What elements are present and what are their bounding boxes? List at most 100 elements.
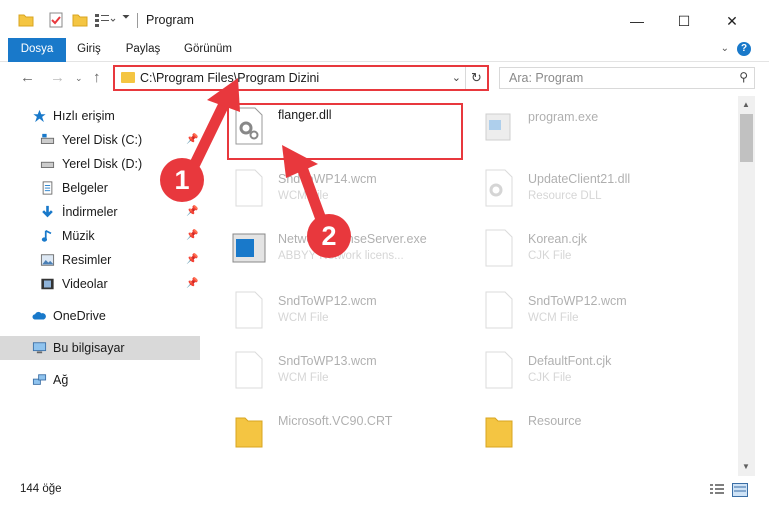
callout-step-2: 2 [307,214,351,258]
file-name: SndToWP14.wcm [278,172,377,186]
scrollbar-thumb[interactable] [740,114,753,162]
file-item-updateclient21-dll[interactable]: UpdateClient21.dll Resource DLL [466,160,706,218]
sidebar-item-downloads[interactable]: İndirmeler 📌 [0,200,200,224]
file-item-sndtowp12-wcm-2[interactable]: SndToWP12.wcm WCM File [466,282,706,340]
file-type: WCM File [278,312,329,324]
search-icon[interactable]: ⚲ [739,70,748,84]
window-title: Program [146,13,194,27]
music-icon [41,229,52,242]
navigation-bar: ← → ⌄ ↑ C:\Program Files\Program Dizini … [0,62,769,94]
tab-view[interactable]: Görünüm [176,38,240,62]
file-item-korean-cjk[interactable]: Korean.cjk CJK File [466,220,706,278]
item-count: 144 öğe [20,483,62,495]
vertical-scrollbar[interactable]: ▲ ▼ [738,96,755,476]
cloud-icon [32,311,46,320]
ribbon-tabs: Dosya Giriş Paylaş Görünüm ⌄ ? [0,38,769,62]
sidebar-item-label: Yerel Disk (C:) [62,133,143,147]
sidebar-item-label: Belgeler [62,181,108,195]
file-item-sndtowp14-wcm[interactable]: SndToWP14.wcm WCM File [216,160,456,218]
address-bar[interactable]: C:\Program Files\Program Dizini ⌄ ↻ [113,65,489,91]
maximize-button[interactable]: ☐ [661,8,707,34]
large-icons-view-icon[interactable] [732,483,748,497]
sidebar-item-label: Bu bilgisayar [53,341,125,355]
pin-icon[interactable]: 📌 [186,278,198,290]
drive-icon [40,161,55,168]
title-bar: ⏷ Program — ☐ ✕ [0,0,769,40]
sidebar-item-onedrive[interactable]: OneDrive [0,304,200,328]
help-icon[interactable]: ? [737,42,751,56]
search-placeholder[interactable]: Ara: Program [509,71,583,85]
refresh-icon[interactable]: ↻ [465,67,487,89]
pin-icon[interactable]: 📌 [186,206,198,218]
sidebar-item-label: OneDrive [53,309,106,323]
expand-ribbon-chevron-icon[interactable]: ⌄ [721,43,729,54]
pin-icon[interactable]: 📌 [186,230,198,242]
file-icon [235,291,263,329]
file-item-program-exe[interactable]: program.exe [466,98,706,156]
sidebar-item-label: Yerel Disk (D:) [62,157,143,171]
search-box[interactable]: Ara: Program ⚲ [499,67,755,89]
file-item-sndtowp13-wcm[interactable]: SndToWP13.wcm WCM File [216,342,456,400]
folder-icon [121,72,135,83]
file-item-resource[interactable]: Resource [466,402,706,460]
tab-file[interactable]: Dosya [8,38,66,62]
scroll-up-icon[interactable]: ▲ [742,100,750,109]
recent-locations-chevron-icon[interactable]: ⌄ [75,73,83,84]
minimize-button[interactable]: — [614,8,660,34]
title-separator [137,13,138,28]
sidebar-item-label: Hızlı erişim [53,109,115,123]
dll-gear-icon [485,169,513,207]
forward-arrow-icon[interactable]: → [50,69,65,86]
sidebar-item-videos[interactable]: Videolar 📌 [0,272,200,296]
file-name: UpdateClient21.dll [528,172,631,186]
file-icon [485,351,513,389]
file-name: Korean.cjk [528,232,588,246]
drive-icon [40,133,55,144]
file-item-defaultfont-cjk[interactable]: DefaultFont.cjk CJK File [466,342,706,400]
sidebar-item-pictures[interactable]: Resimler 📌 [0,248,200,272]
address-path[interactable]: C:\Program Files\Program Dizini [140,71,319,85]
file-icon [485,291,513,329]
tab-home[interactable]: Giriş [68,38,110,62]
folder-icon [485,417,513,448]
new-folder-icon[interactable] [72,12,88,28]
file-type: CJK File [528,372,572,384]
pictures-icon [40,254,55,266]
file-name: NetworkLicenseServer.exe [278,232,427,246]
properties-icon[interactable] [48,12,64,28]
folder-icon[interactable] [18,12,34,28]
up-arrow-icon[interactable]: ↑ [93,69,101,86]
file-icon [235,351,263,389]
file-name: program.exe [528,110,599,124]
documents-icon [42,181,53,195]
scroll-down-icon[interactable]: ▼ [742,462,750,471]
sidebar-item-label: Videolar [62,277,108,291]
sidebar-item-this-pc[interactable]: Bu bilgisayar [0,336,200,360]
highlight-box [227,103,463,160]
file-type: CJK File [528,250,572,262]
download-icon [42,205,53,218]
callout-step-1: 1 [160,158,204,202]
file-type: Resource DLL [528,190,602,202]
file-name: DefaultFont.cjk [528,354,612,368]
back-arrow-icon[interactable]: ← [20,69,35,86]
sidebar-item-network[interactable]: Ağ [0,368,200,392]
close-button[interactable]: ✕ [709,8,755,34]
sidebar-item-quick-access[interactable]: Hızlı erişim [0,104,200,128]
sidebar-item-label: İndirmeler [62,205,118,219]
tab-share[interactable]: Paylaş [118,38,168,62]
customize-toolbar-chevron-icon[interactable]: ⏷ [122,12,130,23]
status-bar: 144 öğe [0,478,769,500]
view-options-icon[interactable] [94,12,116,28]
file-item-microsoft-vc90-crt[interactable]: Microsoft.VC90.CRT [216,402,456,460]
pin-icon[interactable]: 📌 [186,254,198,266]
pin-icon[interactable]: 📌 [186,134,198,146]
sidebar-item-music[interactable]: Müzik 📌 [0,224,200,248]
file-icon [235,169,263,207]
sidebar-item-local-disk-c[interactable]: Yerel Disk (C:) 📌 [0,128,200,152]
address-dropdown-chevron-icon[interactable]: ⌄ [452,71,461,84]
file-name: SndToWP12.wcm [278,294,377,308]
sidebar-item-label: Resimler [62,253,112,267]
file-item-sndtowp12-wcm[interactable]: SndToWP12.wcm WCM File [216,282,456,340]
details-view-icon[interactable] [710,484,724,496]
